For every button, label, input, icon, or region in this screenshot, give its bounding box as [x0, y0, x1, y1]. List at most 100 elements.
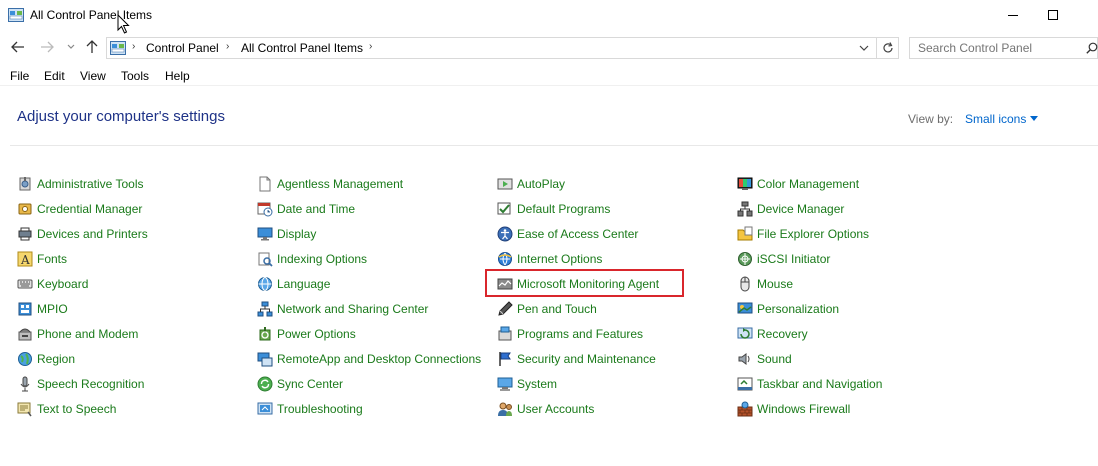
- control-panel-item[interactable]: Default Programs: [497, 199, 610, 219]
- refresh-button[interactable]: [877, 37, 899, 59]
- recent-locations-button[interactable]: [62, 38, 80, 56]
- control-panel-item-label[interactable]: Power Options: [277, 327, 356, 341]
- control-panel-item-label[interactable]: Credential Manager: [37, 202, 142, 216]
- control-panel-item-label[interactable]: Sync Center: [277, 377, 343, 391]
- control-panel-item-label[interactable]: Device Manager: [757, 202, 844, 216]
- control-panel-item[interactable]: Personalization: [737, 299, 839, 319]
- control-panel-item[interactable]: Region: [17, 349, 75, 369]
- control-panel-item[interactable]: Display: [257, 224, 316, 244]
- control-panel-item[interactable]: Device Manager: [737, 199, 844, 219]
- control-panel-item[interactable]: AutoPlay: [497, 174, 565, 194]
- menu-view[interactable]: View: [80, 69, 106, 83]
- breadcrumb-all-items[interactable]: All Control Panel Items: [241, 41, 363, 55]
- address-bar[interactable]: › Control Panel › All Control Panel Item…: [106, 37, 877, 59]
- control-panel-item[interactable]: Troubleshooting: [257, 399, 363, 419]
- control-panel-item-label[interactable]: Security and Maintenance: [517, 352, 656, 366]
- control-panel-item-label[interactable]: Windows Firewall: [757, 402, 850, 416]
- control-panel-item[interactable]: Color Management: [737, 174, 859, 194]
- control-panel-item-label[interactable]: Recovery: [757, 327, 808, 341]
- control-panel-item-label[interactable]: Internet Options: [517, 252, 602, 266]
- forward-button[interactable]: [38, 38, 56, 56]
- search-icon[interactable]: [1086, 42, 1098, 54]
- breadcrumb-control-panel[interactable]: Control Panel: [146, 41, 219, 55]
- control-panel-item-label[interactable]: User Accounts: [517, 402, 594, 416]
- control-panel-item-label[interactable]: Text to Speech: [37, 402, 116, 416]
- control-panel-item[interactable]: MPIO: [17, 299, 68, 319]
- control-panel-item[interactable]: Windows Firewall: [737, 399, 850, 419]
- control-panel-item-label[interactable]: Region: [37, 352, 75, 366]
- control-panel-item[interactable]: User Accounts: [497, 399, 594, 419]
- control-panel-item[interactable]: Keyboard: [17, 274, 88, 294]
- control-panel-item-label[interactable]: Keyboard: [37, 277, 88, 291]
- menu-help[interactable]: Help: [165, 69, 190, 83]
- control-panel-item[interactable]: Network and Sharing Center: [257, 299, 428, 319]
- control-panel-item-label[interactable]: Speech Recognition: [37, 377, 144, 391]
- control-panel-item-label[interactable]: AutoPlay: [517, 177, 565, 191]
- breadcrumb-separator-icon[interactable]: ›: [369, 41, 372, 52]
- control-panel-item[interactable]: Mouse: [737, 274, 793, 294]
- control-panel-item[interactable]: Date and Time: [257, 199, 355, 219]
- control-panel-item[interactable]: Taskbar and Navigation: [737, 374, 882, 394]
- control-panel-item[interactable]: Pen and Touch: [497, 299, 597, 319]
- control-panel-item[interactable]: Language: [257, 274, 330, 294]
- control-panel-item[interactable]: Phone and Modem: [17, 324, 138, 344]
- control-panel-item[interactable]: Sound: [737, 349, 792, 369]
- control-panel-item[interactable]: Programs and Features: [497, 324, 643, 344]
- control-panel-item-label[interactable]: Phone and Modem: [37, 327, 138, 341]
- control-panel-item-label[interactable]: Agentless Management: [277, 177, 403, 191]
- control-panel-item-label[interactable]: Display: [277, 227, 316, 241]
- maximize-button[interactable]: [1030, 0, 1076, 30]
- search-input[interactable]: [909, 37, 1098, 59]
- breadcrumb-separator-icon[interactable]: ›: [226, 41, 229, 52]
- control-panel-item-label[interactable]: Programs and Features: [517, 327, 643, 341]
- control-panel-item[interactable]: Ease of Access Center: [497, 224, 638, 244]
- control-panel-item[interactable]: Internet Options: [497, 249, 602, 269]
- control-panel-item[interactable]: Credential Manager: [17, 199, 142, 219]
- control-panel-item-label[interactable]: Sound: [757, 352, 792, 366]
- control-panel-item[interactable]: Text to Speech: [17, 399, 116, 419]
- control-panel-item[interactable]: Indexing Options: [257, 249, 367, 269]
- menu-edit[interactable]: Edit: [44, 69, 65, 83]
- control-panel-item[interactable]: Devices and Printers: [17, 224, 148, 244]
- control-panel-item-label[interactable]: RemoteApp and Desktop Connections: [277, 352, 481, 366]
- menu-tools[interactable]: Tools: [121, 69, 149, 83]
- control-panel-item[interactable]: Sync Center: [257, 374, 343, 394]
- control-panel-item-label[interactable]: Ease of Access Center: [517, 227, 638, 241]
- control-panel-item[interactable]: Agentless Management: [257, 174, 403, 194]
- control-panel-item-label[interactable]: Language: [277, 277, 330, 291]
- control-panel-item-label[interactable]: Devices and Printers: [37, 227, 148, 241]
- control-panel-item-label[interactable]: iSCSI Initiator: [757, 252, 830, 266]
- control-panel-item-label[interactable]: Indexing Options: [277, 252, 367, 266]
- control-panel-item-label[interactable]: Date and Time: [277, 202, 355, 216]
- caret-down-icon[interactable]: [1030, 116, 1038, 121]
- control-panel-item-label[interactable]: Troubleshooting: [277, 402, 363, 416]
- control-panel-item-label[interactable]: Pen and Touch: [517, 302, 597, 316]
- control-panel-item[interactable]: System: [497, 374, 557, 394]
- view-by-dropdown[interactable]: Small icons: [965, 112, 1026, 126]
- control-panel-item[interactable]: Recovery: [737, 324, 808, 344]
- chevron-down-icon[interactable]: [859, 41, 869, 55]
- control-panel-item-label[interactable]: Administrative Tools: [37, 177, 144, 191]
- control-panel-item[interactable]: A Fonts: [17, 249, 67, 269]
- control-panel-item-label[interactable]: MPIO: [37, 302, 68, 316]
- control-panel-item[interactable]: Administrative Tools: [17, 174, 144, 194]
- control-panel-item-label[interactable]: Network and Sharing Center: [277, 302, 428, 316]
- control-panel-item[interactable]: Security and Maintenance: [497, 349, 656, 369]
- control-panel-item-label[interactable]: Fonts: [37, 252, 67, 266]
- control-panel-item-label[interactable]: Taskbar and Navigation: [757, 377, 882, 391]
- control-panel-item[interactable]: Speech Recognition: [17, 374, 144, 394]
- control-panel-item-label[interactable]: Color Management: [757, 177, 859, 191]
- control-panel-item[interactable]: Power Options: [257, 324, 356, 344]
- control-panel-item-label[interactable]: Default Programs: [517, 202, 610, 216]
- control-panel-item-label[interactable]: File Explorer Options: [757, 227, 869, 241]
- control-panel-item[interactable]: iSCSI Initiator: [737, 249, 830, 269]
- control-panel-item[interactable]: File Explorer Options: [737, 224, 869, 244]
- control-panel-item-label[interactable]: Mouse: [757, 277, 793, 291]
- control-panel-item-label[interactable]: Personalization: [757, 302, 839, 316]
- back-button[interactable]: [9, 38, 27, 56]
- control-panel-item-label[interactable]: System: [517, 377, 557, 391]
- up-button[interactable]: [83, 38, 101, 56]
- breadcrumb-separator-icon[interactable]: ›: [132, 41, 135, 52]
- control-panel-item[interactable]: RemoteApp and Desktop Connections: [257, 349, 481, 369]
- menu-file[interactable]: File: [10, 69, 29, 83]
